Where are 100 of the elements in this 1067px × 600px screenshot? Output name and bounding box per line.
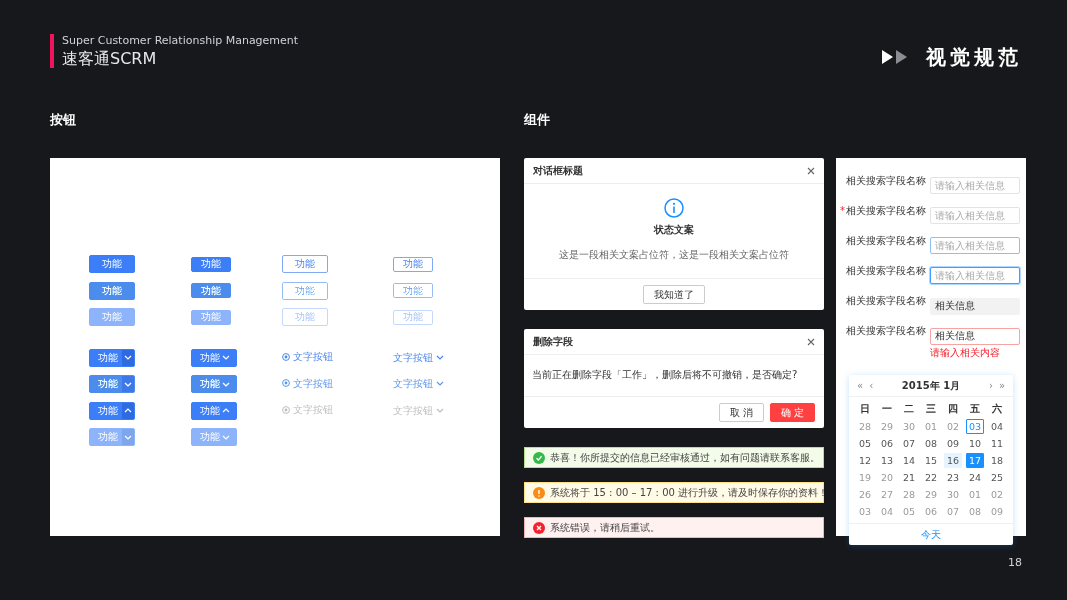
previous-month-button[interactable]: ‹	[869, 380, 874, 391]
text-button[interactable]: 文字按钮	[282, 375, 333, 391]
confirm-button[interactable]: 我知道了	[643, 285, 705, 304]
input-field[interactable]: 请输入相关信息	[930, 237, 1020, 254]
calendar-day[interactable]: 14	[900, 453, 918, 468]
error-message: 请输入相关内容	[930, 347, 1001, 359]
caret-icon	[436, 353, 444, 361]
calendar-day[interactable]: 09	[944, 436, 962, 451]
calendar-day[interactable]: 15	[922, 453, 940, 468]
target-icon	[282, 352, 290, 361]
dialog-title: 对话框标题	[533, 164, 583, 178]
error-circle-icon	[533, 521, 545, 534]
dropdown-button[interactable]: 功能	[191, 348, 237, 367]
function-button[interactable]: 功能	[393, 256, 433, 272]
calendar-day[interactable]: 10	[966, 436, 984, 451]
alert-message: 系统错误，请稍后重试。	[550, 521, 660, 535]
dropdown-button[interactable]: 功能	[191, 401, 237, 420]
button-label: 功能	[200, 405, 220, 416]
today-button[interactable]: 今天	[921, 527, 941, 542]
target-icon	[282, 379, 290, 387]
button-label: 功能	[200, 379, 220, 389]
function-button[interactable]: 功能	[89, 281, 135, 300]
calendar-day[interactable]: 07	[900, 436, 918, 451]
page-number: 18	[1008, 555, 1022, 571]
dropdown-button[interactable]: 功能	[89, 375, 135, 393]
button-label: 文字按钮	[293, 376, 333, 391]
button-label: 功能	[98, 352, 118, 363]
calendar-day[interactable]: 11	[988, 436, 1006, 451]
calendar-day[interactable]: 23	[944, 470, 962, 485]
text-button[interactable]: 文字按钮	[282, 349, 333, 364]
exclamation-circle-icon	[533, 486, 545, 499]
field-label: 相关搜索字段名称	[845, 294, 926, 308]
weekday-label: 三	[926, 402, 936, 416]
calendar-day[interactable]: 24	[966, 470, 984, 485]
info-icon	[664, 198, 684, 218]
calendar-day[interactable]: 04	[988, 419, 1006, 434]
field-label: 相关搜索字段名称	[845, 324, 926, 338]
button-label: 功能	[200, 352, 220, 363]
accent-bar	[50, 34, 54, 68]
caret-icon	[436, 406, 444, 414]
dialog-title: 删除字段	[533, 335, 573, 349]
product-title: 速客通SCRM	[62, 48, 158, 70]
function-button[interactable]: 功能	[191, 256, 231, 272]
next-month-button[interactable]: ›	[988, 380, 993, 391]
calendar-day[interactable]: 22	[922, 470, 940, 485]
status-text: 状态文案	[654, 223, 694, 237]
calendar-day[interactable]: 25	[988, 470, 1006, 485]
previous-year-button[interactable]: «	[857, 380, 864, 391]
dropdown-button[interactable]: 功能	[89, 348, 135, 367]
next-year-button[interactable]: »	[998, 380, 1005, 391]
calendar-day[interactable]: 21	[900, 470, 918, 485]
close-icon	[807, 166, 815, 175]
button-label: 功能	[98, 405, 118, 416]
calendar-day[interactable]: 06	[878, 436, 896, 451]
weekday-label: 四	[948, 402, 958, 416]
calendar-day[interactable]: 13	[878, 453, 896, 468]
dropdown-button[interactable]: 功能	[191, 375, 237, 393]
function-button[interactable]: 功能	[282, 255, 328, 273]
calendar-day[interactable]: 12	[856, 453, 874, 468]
calendar-day[interactable]: 18	[988, 453, 1006, 468]
month-title: 2015年 1月	[900, 379, 962, 393]
confirm-button[interactable]: 确 定	[769, 403, 815, 422]
section-label: 按钮	[50, 112, 77, 128]
text-dropdown-button[interactable]: 文字按钮	[393, 376, 444, 391]
section-label: 组件	[524, 112, 551, 128]
required-mark: *	[840, 204, 845, 218]
close-icon	[807, 337, 815, 346]
calendar-day[interactable]: 16	[944, 453, 962, 468]
weekday-label: 一	[882, 402, 892, 416]
button-label: 文字按钮	[393, 377, 433, 391]
function-button[interactable]: 功能	[89, 255, 135, 273]
page-heading: 视觉规范	[926, 44, 1022, 71]
button-label: 功能	[200, 432, 220, 442]
button-label: 功能	[98, 432, 118, 442]
field-label: 相关搜索字段名称	[845, 264, 926, 278]
calendar-day[interactable]: 17	[966, 453, 984, 468]
weekday-label: 六	[992, 402, 1002, 416]
close-button[interactable]	[807, 165, 815, 176]
input-field[interactable]: 请输入相关信息	[930, 267, 1020, 284]
calendar-day[interactable]: 05	[856, 436, 874, 451]
dropdown-button[interactable]: 功能	[89, 401, 135, 420]
close-button[interactable]	[807, 336, 815, 347]
dialog-message: 这是一段相关文案占位符，这是一段相关文案占位符	[559, 248, 789, 262]
button-label: 文字按钮	[293, 350, 333, 364]
function-button[interactable]: 功能	[282, 281, 328, 300]
text-dropdown-button[interactable]: 文字按钮	[393, 349, 444, 365]
dialog-message: 当前正在删除字段「工作」，删除后将不可撤销，是否确定?	[531, 368, 799, 382]
input-field[interactable]: 相关信息	[930, 327, 1020, 345]
weekday-label: 五	[970, 402, 980, 416]
calendar-day[interactable]: 03	[966, 419, 984, 434]
calendar-day[interactable]: 08	[922, 436, 940, 451]
subtitle: Super Customer Relationship Management	[62, 34, 299, 48]
cancel-button[interactable]: 取 消	[718, 403, 764, 422]
function-button[interactable]: 功能	[191, 283, 231, 298]
target-icon	[282, 405, 290, 414]
weekday-label: 二	[904, 402, 914, 416]
weekday-label: 日	[860, 402, 870, 416]
function-button[interactable]: 功能	[393, 283, 433, 298]
button-label: 功能	[98, 379, 118, 389]
alert-message: 系统将于 15 : 00 – 17 : 00 进行升级，请及时保存你的资料！	[550, 486, 829, 500]
